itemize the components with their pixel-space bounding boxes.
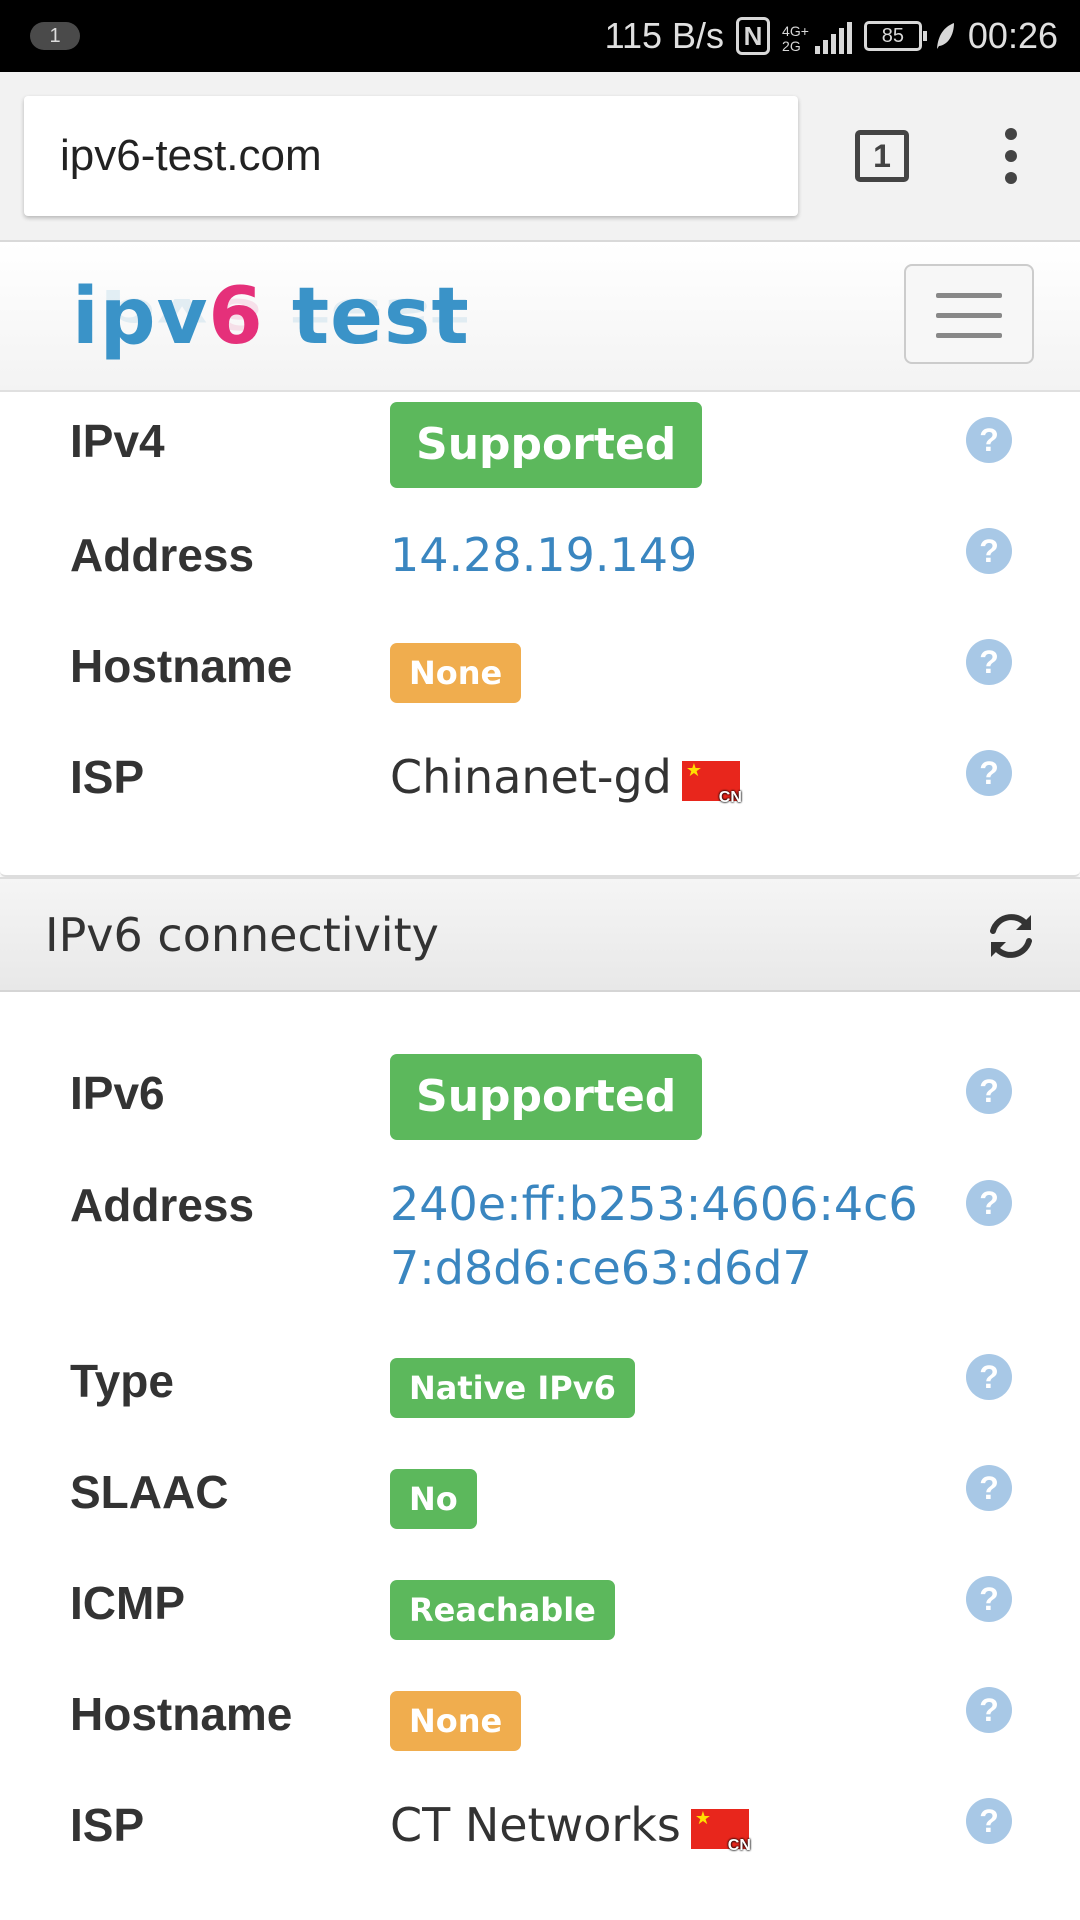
status-badge: Reachable: [390, 1580, 615, 1640]
network-signal-icon: 4G+ 2G: [782, 18, 852, 54]
panel-title: IPv6 connectivity: [45, 908, 439, 962]
tabs-icon[interactable]: 1: [855, 130, 909, 182]
isp-name: Chinanet-gd: [390, 750, 672, 804]
row-label: Type: [70, 1355, 174, 1407]
row-label: IPv4: [70, 415, 165, 467]
flag-cn-icon: ★ CN: [681, 760, 742, 806]
url-text[interactable]: ipv6-test.com: [60, 96, 322, 216]
status-badge: No: [390, 1469, 477, 1529]
menu-dots-icon[interactable]: [996, 126, 1026, 186]
refresh-icon[interactable]: [984, 909, 1038, 963]
help-icon[interactable]: ?: [966, 1180, 1012, 1226]
browser-toolbar: ipv6-test.com 1: [0, 72, 1080, 242]
network-type-bottom: 2G: [782, 38, 801, 54]
nfc-icon: N: [736, 17, 771, 55]
ipv6-address-line1: 240e:ff:b253:4606:4c6: [390, 1177, 918, 1231]
status-bar: 1 115 B/s N 4G+ 2G 85 00:26: [0, 0, 1080, 72]
network-type-top: 4G+: [782, 23, 809, 39]
battery-icon: 85: [863, 21, 927, 51]
row-label: ISP: [70, 1799, 145, 1851]
help-icon[interactable]: ?: [966, 417, 1012, 463]
clock: 00:26: [967, 15, 1058, 56]
row-label: Hostname: [70, 640, 293, 692]
help-icon[interactable]: ?: [966, 750, 1012, 796]
row-label: ICMP: [70, 1577, 185, 1629]
row-label: Address: [70, 1179, 255, 1231]
ipv6-panel-header: IPv6 connectivity: [0, 877, 1080, 992]
row-label: ISP: [70, 751, 145, 803]
logo-reflection: ipv6 test: [72, 288, 470, 339]
help-icon[interactable]: ?: [966, 1687, 1012, 1733]
help-icon[interactable]: ?: [966, 528, 1012, 574]
help-icon[interactable]: ?: [966, 1354, 1012, 1400]
row-label: Hostname: [70, 1688, 293, 1740]
row-label: IPv6: [70, 1067, 165, 1119]
notification-count-badge: 1: [30, 22, 80, 50]
flag-cn-icon: ★ CN: [690, 1808, 751, 1854]
ipv6-address-line2: 7:d8d6:ce63:d6d7: [390, 1241, 812, 1295]
status-icons: 115 B/s N 4G+ 2G 85 00:26: [605, 0, 1058, 72]
ipv6-address-link[interactable]: 240e:ff:b253:4606:4c6 7:d8d6:ce63:d6d7: [390, 1172, 918, 1300]
help-icon[interactable]: ?: [966, 1068, 1012, 1114]
status-badge: Supported: [390, 1054, 703, 1140]
status-badge: Supported: [390, 402, 703, 488]
net-speed: 115 B/s: [604, 15, 725, 56]
site-navbar: ipv6 test ipv6 test: [0, 242, 1080, 392]
row-label: Address: [70, 529, 255, 581]
leaf-icon: [936, 23, 954, 49]
status-badge: None: [390, 643, 522, 703]
status-badge: None: [390, 1691, 522, 1751]
help-icon[interactable]: ?: [966, 639, 1012, 685]
hamburger-menu-icon[interactable]: [904, 264, 1034, 364]
ipv4-address-link[interactable]: 14.28.19.149: [390, 528, 697, 582]
ipv4-panel-bottom: [0, 855, 1080, 877]
help-icon[interactable]: ?: [966, 1465, 1012, 1511]
row-label: SLAAC: [70, 1466, 229, 1518]
isp-name: CT Networks: [390, 1798, 681, 1852]
help-icon[interactable]: ?: [966, 1798, 1012, 1844]
status-badge: Native IPv6: [390, 1358, 635, 1418]
help-icon[interactable]: ?: [966, 1576, 1012, 1622]
address-bar[interactable]: ipv6-test.com: [24, 96, 798, 216]
